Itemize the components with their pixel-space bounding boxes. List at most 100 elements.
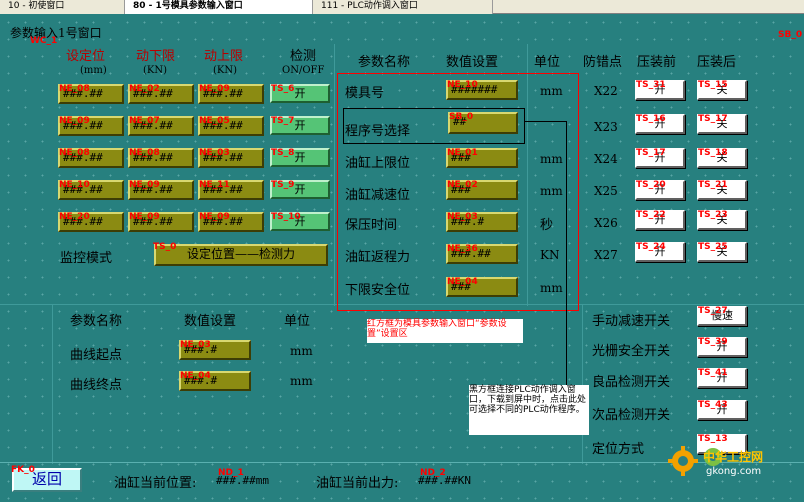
toggle-tag: TS_41 xyxy=(698,368,728,378)
header-upper-limit-unit: (KN) xyxy=(213,65,238,76)
field-tag: NE_10 xyxy=(447,80,478,90)
field-tag: NE_09 xyxy=(59,116,90,126)
field-tag: NE_04 xyxy=(180,371,211,381)
param-name: 下限安全位 xyxy=(345,283,411,298)
header-detect: 检测 xyxy=(290,49,317,64)
param-unit: mm xyxy=(540,184,563,198)
toggle-tag: TS_27 xyxy=(698,306,728,316)
toggle-tag: TS_17 xyxy=(636,148,666,158)
field-tag: NE_09 xyxy=(199,212,230,222)
param-unit: mm xyxy=(540,152,563,166)
param-name: 保压时间 xyxy=(345,218,398,233)
toggle-tag: TS_24 xyxy=(636,242,666,252)
toggle-tag: TS_21 xyxy=(698,180,728,190)
field-tag: NE_05 xyxy=(199,116,230,126)
window-tag-right: SB_0 xyxy=(778,30,803,40)
curve-param-name: 曲线终点 xyxy=(70,378,123,393)
toggle-tag: TS_43 xyxy=(698,400,728,410)
guard-point: X23 xyxy=(594,120,618,134)
toggle-tag: TS_39 xyxy=(698,337,728,347)
monitor-mode-button[interactable]: 设定位置——检测力 xyxy=(154,244,328,266)
curve-param-name: 曲线起点 xyxy=(70,348,123,363)
monitor-mode-label: 监控模式 xyxy=(60,251,113,266)
switch-label: 光栅安全开关 xyxy=(592,344,671,359)
field-tag: NE_03 xyxy=(199,148,230,158)
field-tag: NE_01 xyxy=(447,148,478,158)
guard-point: X26 xyxy=(594,216,618,230)
guard-point: X22 xyxy=(594,84,618,98)
param-name: 模具号 xyxy=(345,86,385,101)
field-tag: NE_10 xyxy=(59,180,90,190)
header-detect-unit: ON/OFF xyxy=(282,65,325,76)
tab-mold-params-window[interactable]: 80 - 1号模具参数输入窗口 xyxy=(125,0,313,14)
curve-param-unit: mm xyxy=(290,344,313,358)
toggle-tag: TS_15 xyxy=(698,80,728,90)
connector-line xyxy=(525,121,567,122)
toggle-tag: TS_31 xyxy=(636,80,666,90)
switch-label: 次品检测开关 xyxy=(592,408,671,423)
header-set-position: 设定位 xyxy=(66,49,106,64)
header-unit: 单位 xyxy=(534,55,561,70)
curve-header-name: 参数名称 xyxy=(70,314,123,329)
toggle-tag: TS_6 xyxy=(271,84,295,94)
monitor-mode-tag: TS_0 xyxy=(153,242,177,252)
header-upper-limit: 动上限 xyxy=(204,49,244,64)
cylinder-force-label: 油缸当前出力: xyxy=(316,476,399,491)
toggle-tag: TS_25 xyxy=(698,242,728,252)
param-name: 油缸返程力 xyxy=(345,250,411,265)
param-unit: KN xyxy=(540,248,560,262)
field-tag: NE_04 xyxy=(447,277,478,287)
field-tag: NE_02 xyxy=(129,84,160,94)
toggle-tag: TS_8 xyxy=(271,148,295,158)
toggle-tag: TS_9 xyxy=(271,180,295,190)
guard-point: X24 xyxy=(594,152,618,166)
field-tag: NE_07 xyxy=(129,116,160,126)
param-unit: mm xyxy=(540,84,563,98)
header-value: 数值设置 xyxy=(446,55,499,70)
field-tag: NE_11 xyxy=(199,180,230,190)
param-name: 油缸减速位 xyxy=(345,188,411,203)
field-tag: NE_08 xyxy=(59,84,90,94)
header-param-name: 参数名称 xyxy=(358,55,411,70)
field-tag: NE_02 xyxy=(447,180,478,190)
header-set-position-unit: (mm) xyxy=(80,65,107,76)
field-tag: NE_09 xyxy=(199,84,230,94)
watermark-text: 中华工控网 xyxy=(703,450,764,464)
field-tag: SB_0 xyxy=(449,112,474,122)
param-unit: mm xyxy=(540,281,563,295)
window-tag-left: WC_1 xyxy=(30,36,58,46)
field-tag: NE_09 xyxy=(129,180,160,190)
field-tag: NE_08 xyxy=(59,148,90,158)
watermark-url: gkong.com xyxy=(706,466,762,477)
toggle-tag: TS_17 xyxy=(698,114,728,124)
cylinder-position-tag: ND_1 xyxy=(218,468,244,478)
header-after-press: 压装后 xyxy=(697,55,737,70)
field-tag: NE_20 xyxy=(59,212,90,222)
field-tag: NE_03 xyxy=(447,212,478,222)
param-name: 油缸上限位 xyxy=(345,156,411,171)
switch-label: 手动减速开关 xyxy=(592,314,671,329)
curve-header-value: 数值设置 xyxy=(184,314,237,329)
toggle-tag: TS_22 xyxy=(636,210,666,220)
black-frame-note: 黑方框连接PLC动作调入窗口，下载到屏中时，点击此处可选择不同的PLC动作程序。 xyxy=(469,385,589,435)
switch-label: 良品检测开关 xyxy=(592,375,671,390)
tab-initial-window[interactable]: 10 - 初使窗口 xyxy=(0,0,125,14)
toggle-tag: TS_23 xyxy=(698,210,728,220)
header-lower-limit: 动下限 xyxy=(136,49,176,64)
connector-line xyxy=(566,121,567,386)
header-before-press: 压装前 xyxy=(637,55,677,70)
field-tag: NE_36 xyxy=(447,244,478,254)
back-button-tag: FK_0 xyxy=(11,465,35,475)
guard-point: X27 xyxy=(594,248,618,262)
toggle-tag: TS_7 xyxy=(271,116,295,126)
cylinder-force-tag: ND_2 xyxy=(420,468,446,478)
field-tag: NE_03 xyxy=(180,340,211,350)
red-frame-note: 红方框为模具参数输入窗口“参数设置”设置区 xyxy=(367,319,523,343)
toggle-tag: TS_20 xyxy=(636,180,666,190)
tab-plc-action-window[interactable]: 111 - PLC动作调入窗口 xyxy=(313,0,493,14)
toggle-tag: TS_10 xyxy=(271,212,301,222)
field-tag: NE_08 xyxy=(129,148,160,158)
param-name: 程序号选择 xyxy=(345,124,411,139)
tab-bar: 10 - 初使窗口 80 - 1号模具参数输入窗口 111 - PLC动作调入窗… xyxy=(0,0,804,14)
field-tag: NE_09 xyxy=(129,212,160,222)
